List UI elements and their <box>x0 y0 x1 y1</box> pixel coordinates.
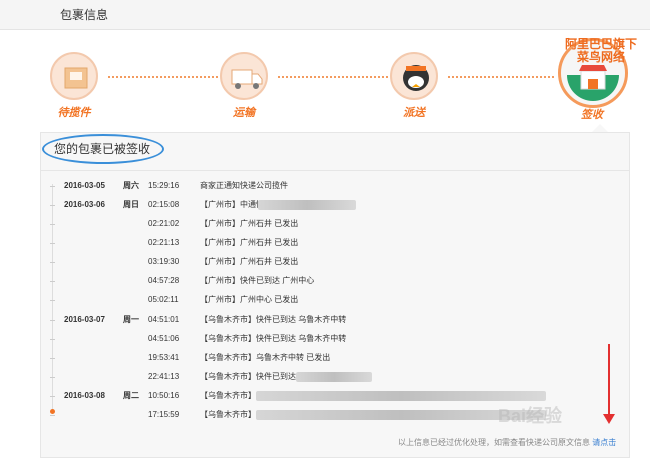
tracking-row: 02:21:13 【广州市】广州石井 已发出 <box>0 234 650 252</box>
timeline-tick <box>50 262 55 263</box>
row-time: 02:21:02 <box>148 219 180 228</box>
footer-note: 以上信息已经过优化处理，如需查看快递公司原文信息 请点击 <box>398 437 616 448</box>
row-time: 15:29:16 <box>148 181 180 190</box>
timeline-tick <box>50 415 55 416</box>
redacted-text <box>256 391 546 401</box>
timeline-tick <box>50 320 55 321</box>
row-message: 【乌鲁木齐市】 <box>200 391 256 400</box>
timeline-tick <box>50 396 55 397</box>
tracking-row: 04:51:06 【乌鲁木齐市】快件已到达 乌鲁木齐中转 <box>0 330 650 348</box>
row-message: 【乌鲁木齐市】 <box>200 410 256 419</box>
redacted-text <box>258 200 356 210</box>
tracking-row: 05:02:11 【广州市】广州中心 已发出 <box>0 291 650 309</box>
row-time: 19:53:41 <box>148 353 180 362</box>
step-label: 运输 <box>233 107 255 119</box>
page-title: 包裹信息 <box>60 8 109 22</box>
redacted-text <box>296 372 372 382</box>
tracking-row: 2016-03-07 周一 04:51:01 【乌鲁木齐市】快件已到达 乌鲁木齐中转 <box>0 311 650 329</box>
row-time: 05:02:11 <box>148 295 179 304</box>
header-bar: 包裹信息 <box>0 0 650 30</box>
row-time: 22:41:13 <box>148 372 180 381</box>
timeline-tick <box>50 205 55 206</box>
step-connector <box>448 76 554 78</box>
row-time: 04:57:28 <box>148 276 180 285</box>
row-time: 03:19:30 <box>148 257 180 266</box>
timeline-tick <box>50 281 55 282</box>
tracking-row: 2016-03-05 周六 15:29:16 商家正通知快递公司揽件 <box>0 177 650 195</box>
row-day: 周日 <box>123 200 139 209</box>
watermark: Bai经验 <box>498 406 563 426</box>
divider <box>40 170 630 171</box>
timeline-tick <box>50 186 55 187</box>
row-date: 2016-03-08 <box>64 391 105 400</box>
step-connector <box>278 76 388 78</box>
row-day: 周二 <box>123 391 139 400</box>
timeline-tick <box>50 358 55 359</box>
package-icon <box>50 52 98 100</box>
row-message: 【乌鲁木齐市】快件已到达 乌鲁木齐中转 <box>200 315 347 324</box>
row-time: 02:15:08 <box>148 200 180 209</box>
annotation-arrow-head <box>603 414 615 424</box>
step-label: 待揽件 <box>57 107 91 119</box>
step-label: 派送 <box>403 107 425 119</box>
tracking-row: 04:57:28 【广州市】快件已到达 广州中心 <box>0 272 650 290</box>
row-date: 2016-03-05 <box>64 181 105 190</box>
row-message: 【乌鲁木齐市】快件已到达 乌鲁木齐中转 <box>200 334 347 343</box>
row-message: 【广州市】广州石井 已发出 <box>200 238 299 247</box>
row-message: 【广州市】广州石井 已发出 <box>200 257 299 266</box>
row-time: 04:51:01 <box>148 315 180 324</box>
tracking-row: 22:41:13 【乌鲁木齐市】快件已到达 <box>0 368 650 386</box>
step-connector <box>108 76 218 78</box>
progress-steps: 待揽件 运输 派送 签收 <box>0 36 650 132</box>
timeline-tick <box>50 377 55 378</box>
row-day: 周六 <box>123 181 139 190</box>
original-info-link[interactable]: 请点击 <box>592 438 616 447</box>
timeline-tick <box>50 243 55 244</box>
timeline-tick <box>50 224 55 225</box>
timeline-tick <box>50 339 55 340</box>
step-label: 签收 <box>581 109 603 121</box>
panel-pointer <box>592 124 608 132</box>
tracking-row: 02:21:02 【广州市】广州石井 已发出 <box>0 215 650 233</box>
tracking-row: 03:19:30 【广州市】广州石井 已发出 <box>0 253 650 271</box>
annotation-arrow <box>608 344 610 416</box>
brand-logo-text: 阿里巴巴旗下 菜鸟网络 <box>556 38 646 64</box>
timeline-tick <box>50 300 55 301</box>
courier-icon <box>390 52 438 100</box>
row-time: 17:15:59 <box>148 410 180 419</box>
status-title: 您的包裹已被签收 <box>54 142 151 156</box>
row-message: 【广州市】广州石井 已发出 <box>200 219 299 228</box>
row-message: 【乌鲁木齐市】快件已到达 <box>200 372 296 381</box>
truck-icon <box>220 52 268 100</box>
footer-note-text: 以上信息已经过优化处理，如需查看快递公司原文信息 <box>398 438 590 447</box>
row-time: 02:21:13 <box>148 238 180 247</box>
brand-line-2: 菜鸟网络 <box>576 50 625 64</box>
row-time: 10:50:16 <box>148 391 180 400</box>
row-day: 周一 <box>123 315 139 324</box>
tracking-row: 2016-03-06 周日 02:15:08 【广州市】中通快递 <box>0 196 650 214</box>
row-message: 【乌鲁木齐市】乌鲁木齐中转 已发出 <box>200 353 331 362</box>
tracking-row: 19:53:41 【乌鲁木齐市】乌鲁木齐中转 已发出 <box>0 349 650 367</box>
row-message: 商家正通知快递公司揽件 <box>200 181 288 190</box>
row-date: 2016-03-07 <box>64 315 105 324</box>
row-message: 【广州市】快件已到达 广州中心 <box>200 276 315 285</box>
row-date: 2016-03-06 <box>64 200 105 209</box>
row-time: 04:51:06 <box>148 334 180 343</box>
row-message: 【广州市】广州中心 已发出 <box>200 295 299 304</box>
